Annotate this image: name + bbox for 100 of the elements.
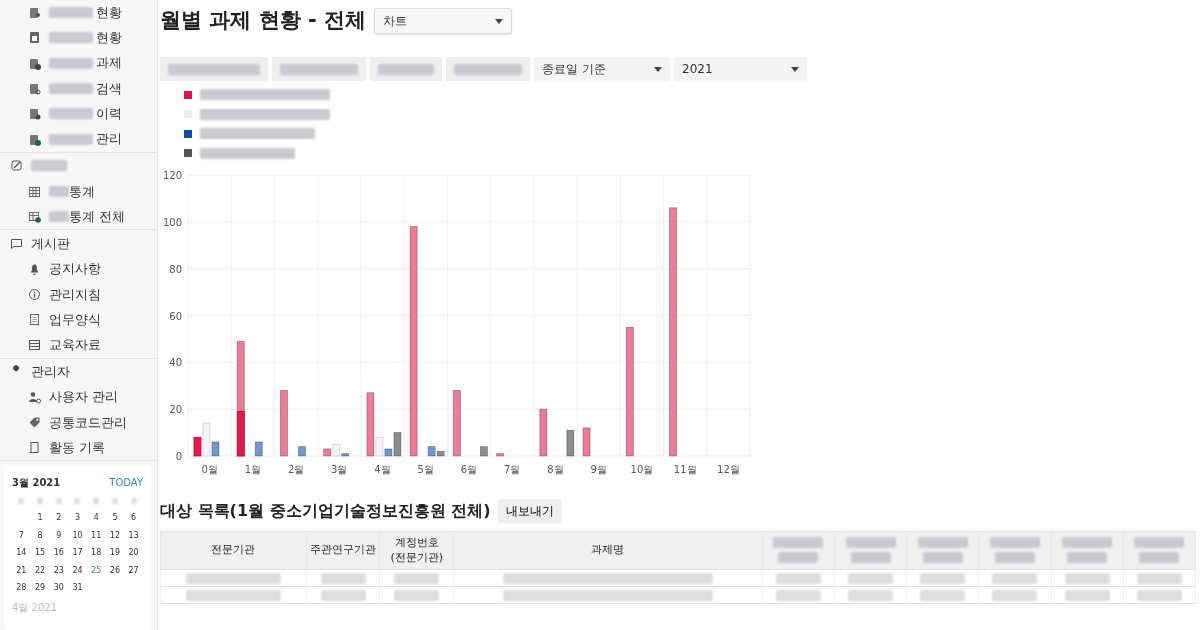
calendar-day[interactable]: 11 bbox=[86, 527, 106, 544]
sidebar-item[interactable]: 공지사항 bbox=[0, 256, 157, 282]
calendar-day[interactable]: 31 bbox=[68, 580, 87, 596]
blurred-text bbox=[93, 498, 100, 505]
date-basis-select[interactable]: 종료일 기준 bbox=[534, 57, 670, 81]
calendar-day[interactable]: 7 bbox=[12, 527, 31, 544]
sidebar-item[interactable]: 교육자료 bbox=[0, 332, 157, 358]
calendar-day[interactable]: 22 bbox=[30, 562, 50, 579]
calendar-day[interactable]: 14 bbox=[12, 545, 31, 561]
calendar-day[interactable]: 29 bbox=[30, 580, 50, 596]
axis-label: 60 bbox=[169, 310, 182, 322]
today-link[interactable]: TODAY bbox=[109, 475, 143, 491]
clipboard-search-icon bbox=[28, 82, 41, 96]
bar bbox=[480, 446, 488, 457]
sidebar-section[interactable]: 관리자 bbox=[0, 358, 157, 385]
axis-label: 4월 bbox=[374, 464, 391, 475]
bar bbox=[566, 429, 575, 457]
pencil-icon bbox=[10, 159, 23, 173]
calendar-day[interactable]: 25 bbox=[86, 562, 106, 579]
column-header: 주관연구기관 bbox=[306, 531, 380, 570]
calendar-day[interactable]: 24 bbox=[68, 562, 87, 579]
calendar-month: 3월 2021 bbox=[12, 476, 61, 491]
axis-label: 9월 bbox=[590, 464, 607, 475]
calendar-day[interactable]: 20 bbox=[124, 545, 143, 561]
calendar-day[interactable]: 9 bbox=[49, 527, 69, 544]
item-label: 통계 전체 bbox=[69, 207, 126, 226]
list-title: 대상 목록(1월 중소기업기술정보진흥원 전체) bbox=[160, 501, 491, 521]
calendar-day[interactable]: 21 bbox=[12, 562, 31, 579]
bar bbox=[539, 408, 548, 457]
bell-icon bbox=[28, 262, 41, 276]
sidebar-item[interactable]: 공통코드관리 bbox=[0, 409, 157, 436]
column-header: 과제명 bbox=[453, 531, 763, 570]
caret-icon bbox=[494, 18, 503, 25]
item-label: 이력 bbox=[96, 105, 122, 124]
axis-label: 20 bbox=[169, 404, 182, 416]
calendar-day[interactable]: 27 bbox=[124, 562, 143, 579]
axis-label: 80 bbox=[169, 263, 182, 275]
calendar-day[interactable]: 16 bbox=[49, 545, 69, 561]
item-label: 검색 bbox=[96, 79, 122, 98]
grid-icon bbox=[28, 184, 41, 198]
column-header: 전문기관 bbox=[160, 531, 307, 570]
sidebar-item[interactable]: 활동 기록 bbox=[0, 435, 157, 461]
calendar-day[interactable]: 2 bbox=[49, 510, 69, 526]
column-header: 계정번호 (전문기관) bbox=[379, 531, 454, 570]
export-button[interactable]: 내보내기 bbox=[498, 499, 563, 523]
axis-label: 0월 bbox=[201, 464, 218, 475]
bar bbox=[453, 390, 461, 457]
view-select[interactable]: 차트 bbox=[373, 8, 512, 34]
axis-label: 100 bbox=[162, 216, 182, 228]
filter-button[interactable] bbox=[160, 57, 268, 81]
calendar-day[interactable]: 28 bbox=[12, 580, 31, 596]
filter-button[interactable] bbox=[272, 57, 366, 81]
item-label: 현황 bbox=[96, 3, 122, 22]
calendar-day[interactable]: 17 bbox=[68, 545, 87, 561]
axis-label: 5월 bbox=[417, 464, 434, 475]
blurred-text bbox=[130, 498, 137, 505]
axis-label: 10월 bbox=[630, 464, 654, 475]
calendar-day[interactable]: 18 bbox=[86, 545, 106, 561]
clipboard-clock-icon bbox=[28, 107, 41, 121]
sidebar-item[interactable]: 사용자 관리 bbox=[0, 384, 157, 410]
calendar-day[interactable]: 6 bbox=[124, 510, 143, 526]
calendar-day[interactable]: 13 bbox=[124, 527, 143, 544]
blurred-text bbox=[111, 498, 118, 505]
calendar-day[interactable]: 3 bbox=[68, 510, 87, 526]
axis-label: 2월 bbox=[287, 464, 305, 475]
axis-label: 1월 bbox=[244, 464, 262, 475]
sidebar-section[interactable]: 게시판 bbox=[0, 230, 157, 257]
page-title: 월별 과제 현황 - 전체 bbox=[160, 8, 366, 34]
blurred-text bbox=[18, 498, 25, 505]
year-select[interactable]: 2021 bbox=[674, 57, 807, 81]
calendar-day[interactable]: 30 bbox=[49, 580, 69, 596]
blurred-text bbox=[37, 498, 44, 505]
sidebar-item[interactable]: 업무양식 bbox=[0, 306, 157, 333]
filter-button[interactable] bbox=[370, 57, 442, 81]
info-icon bbox=[28, 287, 41, 301]
calendar-day[interactable]: 5 bbox=[105, 510, 125, 526]
item-label: 현황 bbox=[96, 29, 122, 48]
filter-button[interactable] bbox=[446, 57, 530, 81]
clipboard-user-icon bbox=[28, 6, 41, 20]
calendar-day[interactable]: 4 bbox=[86, 510, 106, 526]
calendar-day[interactable]: 8 bbox=[30, 527, 50, 544]
axis-label: 8월 bbox=[547, 464, 564, 475]
calendar-day[interactable]: 26 bbox=[105, 562, 125, 579]
axis-label: 0 bbox=[175, 451, 182, 462]
clipboard-icon bbox=[28, 56, 41, 70]
bar bbox=[582, 427, 591, 457]
sidebar-item[interactable]: 관리지침 bbox=[0, 281, 157, 307]
calendar-month: 4월 2021 bbox=[12, 600, 58, 615]
axis-label: 11월 bbox=[673, 464, 697, 475]
axis-label: 120 bbox=[162, 170, 182, 181]
calendar-day[interactable]: 23 bbox=[49, 562, 69, 579]
calendar-day[interactable]: 1 bbox=[30, 510, 50, 526]
calendar-day[interactable]: 10 bbox=[68, 527, 87, 544]
calendar-day[interactable]: 19 bbox=[105, 545, 125, 561]
item-label: 관리 bbox=[96, 130, 122, 149]
axis-label: 6월 bbox=[460, 464, 478, 475]
item-label: 과제 bbox=[96, 54, 122, 73]
calendar-day[interactable]: 15 bbox=[30, 545, 50, 561]
calendar-day[interactable]: 12 bbox=[105, 527, 125, 544]
tag-icon bbox=[28, 416, 41, 429]
